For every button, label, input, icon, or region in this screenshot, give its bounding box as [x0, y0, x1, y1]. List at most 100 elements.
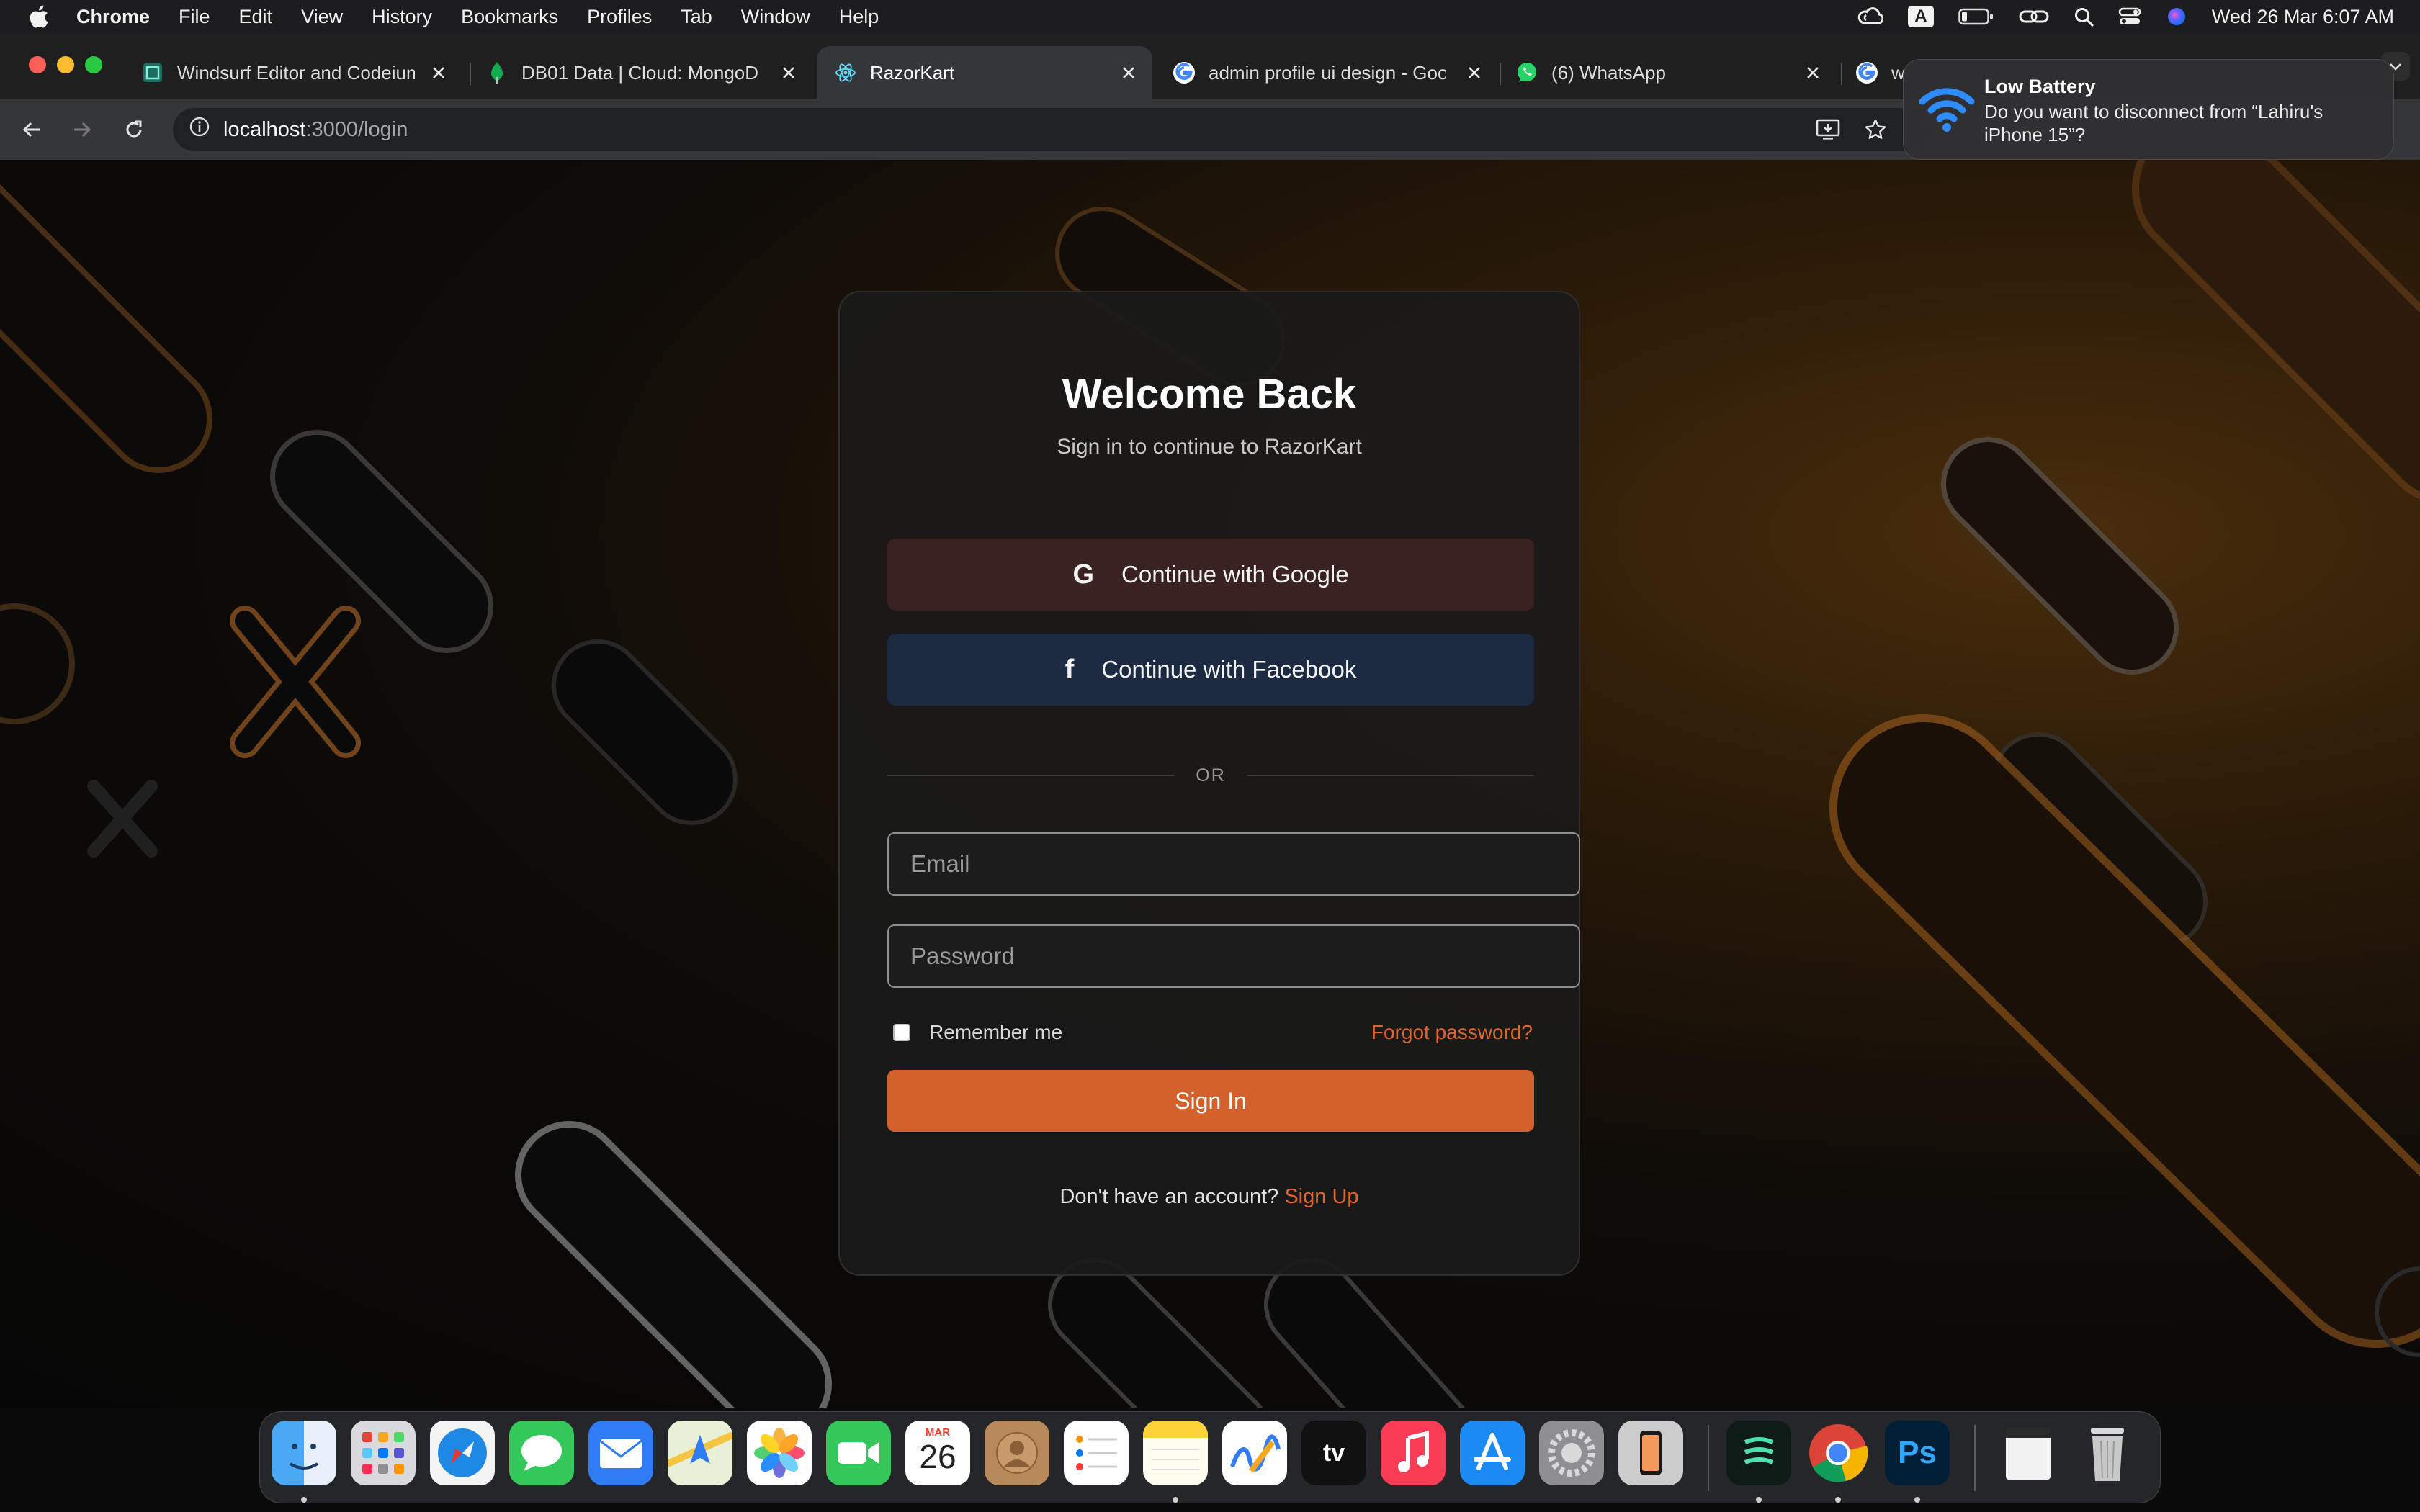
low-battery-notification[interactable]: Low Battery Do you want to disconnect fr… [1903, 59, 2394, 160]
apple-tv-label: tv [1322, 1439, 1345, 1467]
music-icon[interactable] [1381, 1421, 1446, 1485]
personal-hotspot-icon[interactable] [2019, 6, 2049, 27]
menu-help[interactable]: Help [839, 6, 879, 28]
window-controls [29, 56, 102, 73]
windsurf-app-icon[interactable] [1726, 1421, 1791, 1485]
photoshop-label: Ps [1898, 1435, 1937, 1470]
mongodb-leaf-icon [485, 61, 508, 84]
apple-logo-icon[interactable] [27, 4, 49, 29]
menu-bookmarks[interactable]: Bookmarks [461, 6, 558, 28]
continue-with-facebook-button[interactable]: f Continue with Facebook [887, 634, 1534, 706]
calendar-month: MAR [925, 1426, 951, 1439]
system-settings-icon[interactable] [1539, 1421, 1604, 1485]
notification-body: Do you want to disconnect from “Lahiru's… [1984, 101, 2323, 145]
reload-icon[interactable] [118, 114, 150, 145]
or-divider: OR [887, 765, 1534, 786]
chrome-icon[interactable] [1806, 1421, 1870, 1485]
close-tab-icon[interactable] [428, 62, 449, 84]
minimize-window-button[interactable] [57, 56, 74, 73]
battery-icon[interactable] [1958, 7, 1994, 26]
running-indicator [1914, 1497, 1920, 1503]
signup-prompt: Don't have an account? [1059, 1185, 1279, 1208]
divider-line [1247, 775, 1534, 776]
freeform-icon[interactable] [1222, 1421, 1287, 1485]
tab-title: admin profile ui design - Goo [1209, 61, 1446, 84]
input-source-icon[interactable]: A [1907, 6, 1934, 27]
calendar-icon[interactable]: MAR 26 [905, 1421, 970, 1485]
reminders-icon[interactable] [1064, 1421, 1129, 1485]
url-path: :3000/login [305, 117, 408, 141]
menu-edit[interactable]: Edit [239, 6, 273, 28]
facebook-f-icon: f [1065, 654, 1075, 685]
signup-prompt-line: Don't have an account? Sign Up [840, 1185, 1579, 1209]
app-store-icon[interactable] [1460, 1421, 1525, 1485]
menu-file[interactable]: File [179, 6, 210, 28]
site-info-icon[interactable] [189, 116, 210, 143]
bookmark-star-icon[interactable] [1860, 114, 1891, 145]
sign-up-link[interactable]: Sign Up [1284, 1185, 1358, 1208]
siri-icon[interactable] [2166, 6, 2187, 27]
menu-tab[interactable]: Tab [681, 6, 712, 28]
notes-icon[interactable] [1143, 1421, 1208, 1485]
messages-icon[interactable] [509, 1421, 574, 1485]
tab-google-search[interactable]: admin profile ui design - Goo [1155, 46, 1498, 99]
apple-tv-icon[interactable]: tv [1301, 1421, 1366, 1485]
menu-profiles[interactable]: Profiles [587, 6, 652, 28]
finder-icon[interactable] [272, 1421, 336, 1485]
tab-title: DB01 Data | Cloud: MongoDB [521, 61, 759, 84]
menu-clock[interactable]: Wed 26 Mar 6:07 AM [2212, 6, 2394, 28]
forgot-password-link[interactable]: Forgot password? [1371, 1021, 1533, 1044]
google-g-icon: G [1072, 559, 1095, 590]
login-subtitle: Sign in to continue to RazorKart [1057, 435, 1362, 459]
safari-icon[interactable] [430, 1421, 495, 1485]
files-stack-icon[interactable] [1996, 1421, 2061, 1485]
running-indicator [1835, 1497, 1841, 1503]
close-tab-icon[interactable] [1802, 62, 1824, 84]
login-card: Welcome Back Sign in to continue to Razo… [838, 291, 1580, 1276]
calendar-day: 26 [919, 1438, 956, 1475]
facetime-icon[interactable] [826, 1421, 891, 1485]
tab-razorkart[interactable]: RazorKart [817, 46, 1152, 99]
contacts-icon[interactable] [985, 1421, 1049, 1485]
running-indicator [1173, 1497, 1178, 1503]
creative-cloud-icon[interactable] [1855, 6, 1883, 27]
close-tab-icon[interactable] [1118, 62, 1139, 84]
menu-app-name[interactable]: Chrome [76, 6, 150, 28]
dock-separator [1974, 1425, 1976, 1491]
iphone-mirroring-icon[interactable] [1618, 1421, 1683, 1485]
menu-view[interactable]: View [301, 6, 343, 28]
tab-mongodb[interactable]: DB01 Data | Cloud: MongoDB [468, 46, 812, 99]
sign-in-button[interactable]: Sign In [887, 1070, 1534, 1132]
forward-arrow-icon[interactable] [66, 114, 98, 145]
close-tab-icon[interactable] [778, 62, 799, 84]
divider-label: OR [1196, 765, 1226, 786]
google-button-label: Continue with Google [1121, 561, 1349, 588]
google-g-icon [1173, 61, 1196, 84]
back-arrow-icon[interactable] [16, 114, 48, 145]
photos-icon[interactable] [747, 1421, 812, 1485]
tab-windsurf[interactable]: Windsurf Editor and Codeium [124, 46, 462, 99]
install-app-icon[interactable] [1812, 114, 1844, 145]
tab-title: RazorKart [870, 61, 955, 84]
react-icon [834, 61, 857, 84]
maps-icon[interactable] [668, 1421, 732, 1485]
running-indicator [301, 1497, 307, 1503]
continue-with-google-button[interactable]: G Continue with Google [887, 539, 1534, 611]
menu-history[interactable]: History [372, 6, 432, 28]
password-input[interactable] [887, 924, 1580, 988]
zoom-window-button[interactable] [85, 56, 102, 73]
photoshop-icon[interactable]: Ps [1885, 1421, 1950, 1485]
menu-window[interactable]: Window [741, 6, 810, 28]
remember-me-checkbox[interactable] [893, 1024, 910, 1041]
email-input[interactable] [887, 832, 1580, 896]
close-window-button[interactable] [29, 56, 46, 73]
launchpad-icon[interactable] [351, 1421, 416, 1485]
spotlight-search-icon[interactable] [2074, 6, 2094, 27]
control-center-icon[interactable] [2118, 6, 2141, 27]
tab-whatsapp[interactable]: (6) WhatsApp [1498, 46, 1837, 99]
close-tab-icon[interactable] [1464, 62, 1485, 84]
address-bar[interactable]: localhost:3000/login [173, 108, 1930, 151]
trash-icon[interactable] [2075, 1421, 2140, 1485]
mail-icon[interactable] [588, 1421, 653, 1485]
remember-me[interactable]: Remember me [887, 1021, 1062, 1044]
